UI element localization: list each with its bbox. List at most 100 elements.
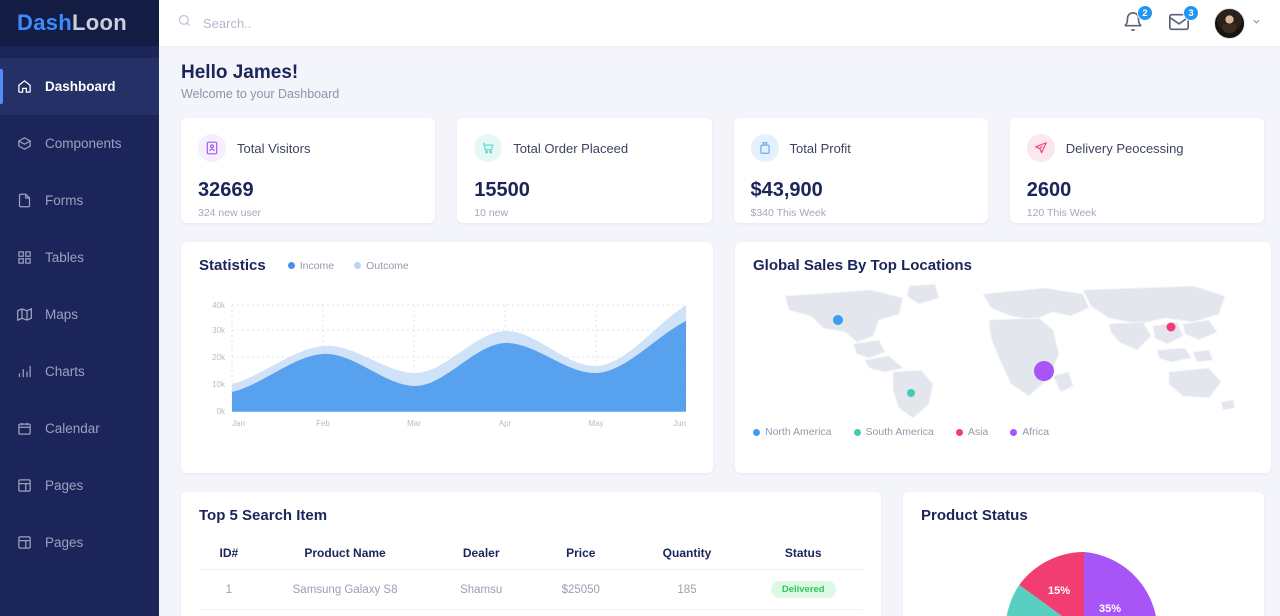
dashboard-app: DashLoon Dashboard Components Forms Tabl… <box>0 0 1280 616</box>
cell-product: Samsung Galaxy S8 <box>258 569 432 610</box>
sidebar-item-label: Charts <box>45 364 85 379</box>
top-search-item-table: ID# Product Name Dealer Price Quantity S… <box>199 537 863 616</box>
svg-text:Mar: Mar <box>407 419 421 428</box>
avatar <box>1214 7 1245 39</box>
legend-label: Outcome <box>366 259 409 272</box>
notification-badge: 2 <box>1137 5 1153 21</box>
map-point-asia <box>1166 322 1176 332</box>
statistics-chart: 40k 30k 20k 10k 0k Jan Feb Mar Apr May J… <box>199 284 695 434</box>
column-header-id: ID# <box>199 537 259 570</box>
svg-text:30k: 30k <box>212 326 226 335</box>
stat-card-total-order-placed: Total Order Placeed 15500 10 new <box>457 118 712 223</box>
sidebar-item-maps[interactable]: Maps <box>0 286 159 343</box>
column-header-product: Product Name <box>258 537 432 570</box>
svg-text:May: May <box>588 419 603 428</box>
sidebar-item-pages-2[interactable]: Pages <box>0 514 159 571</box>
stat-subtext: 324 new user <box>198 207 262 219</box>
stat-title: Total Visitors <box>237 140 311 156</box>
world-map-svg <box>784 283 1236 419</box>
legend-dot-icon <box>287 262 295 269</box>
top-search-item-card: Top 5 Search Item ID# Product Name Deale… <box>181 492 881 616</box>
global-sales-card: Global Sales By Top Locations North Amer… <box>735 242 1271 473</box>
bottom-row: Top 5 Search Item ID# Product Name Deale… <box>181 492 1264 616</box>
map-point-africa <box>1034 361 1054 381</box>
sidebar-item-label: Pages <box>45 535 84 550</box>
messages-button[interactable]: 3 <box>1168 5 1199 35</box>
column-header-quantity: Quantity <box>630 537 744 570</box>
legend-item-africa: Africa <box>1010 426 1049 438</box>
svg-text:10k: 10k <box>212 380 226 389</box>
layout-icon <box>17 535 45 550</box>
greeting: Hello James! Welcome to your Dashboard <box>181 62 1264 101</box>
legend-item-asia: Asia <box>955 426 989 438</box>
pie-chart-svg: 35% 15% 23% 27% <box>1006 552 1156 616</box>
legend-label: North America <box>765 426 832 438</box>
table-row[interactable]: 2 Samsung Galaxy S8 Shamsu $25050 185 Ca… <box>199 609 863 616</box>
legend-label: Asia <box>967 426 989 438</box>
legend-label: Income <box>299 259 335 272</box>
sidebar-nav: Dashboard Components Forms Tables Maps C… <box>0 46 159 571</box>
sidebar-item-forms[interactable]: Forms <box>0 172 159 229</box>
sidebar-item-dashboard[interactable]: Dashboard <box>0 58 159 115</box>
box-icon <box>17 136 45 151</box>
sidebar-item-charts[interactable]: Charts <box>0 343 159 400</box>
map-legend: North America South America Asia Africa <box>753 426 1253 438</box>
legend-dot-icon <box>1010 428 1018 436</box>
grid-icon <box>17 250 45 265</box>
stat-subtext: $340 This Week <box>750 207 827 219</box>
sidebar-item-label: Tables <box>45 250 85 265</box>
legend-item-outcome: Outcome <box>354 260 409 272</box>
svg-text:Apr: Apr <box>499 419 512 428</box>
home-icon <box>17 79 45 94</box>
search-box[interactable] <box>177 13 1122 33</box>
stat-title: Total Profit <box>789 140 851 156</box>
global-sales-title: Global Sales By Top Locations <box>753 257 972 274</box>
cell-dealer: Shamsu <box>431 569 531 610</box>
sidebar-item-label: Pages <box>45 478 84 493</box>
table-row[interactable]: 1 Samsung Galaxy S8 Shamsu $25050 185 De… <box>199 569 863 610</box>
legend-item-income: Income <box>287 259 335 272</box>
legend-dot-icon <box>955 428 963 436</box>
legend-dot-icon <box>853 428 861 436</box>
profile-menu[interactable] <box>1214 7 1262 39</box>
svg-text:Jun: Jun <box>673 419 686 428</box>
sidebar-item-label: Components <box>45 136 122 151</box>
logo[interactable]: DashLoon <box>0 0 159 46</box>
pie-label-4: 15% <box>1047 585 1069 597</box>
cell-quantity: 185 <box>630 609 744 616</box>
cell-price: $25050 <box>530 609 631 616</box>
cell-dealer: Shamsu <box>431 609 531 616</box>
product-status-card: Product Status 35% 15% <box>903 492 1264 616</box>
stat-subtext: 120 This Week <box>1026 207 1097 219</box>
legend-label: Africa <box>1022 426 1050 438</box>
table-title: Top 5 Search Item <box>199 507 328 524</box>
svg-text:Jan: Jan <box>232 419 245 428</box>
content: Hello James! Welcome to your Dashboard T… <box>159 46 1280 616</box>
sidebar-item-calendar[interactable]: Calendar <box>0 400 159 457</box>
topbar-actions: 2 3 <box>1122 5 1262 39</box>
sidebar-item-label: Dashboard <box>45 79 116 94</box>
sidebar-item-tables[interactable]: Tables <box>0 229 159 286</box>
notifications-button[interactable]: 2 <box>1122 5 1153 35</box>
logo-primary: Dash <box>17 10 72 35</box>
cell-status: Delivered <box>743 569 863 610</box>
stat-card-delivery-processing: Delivery Peocessing 2600 120 This Week <box>1009 118 1264 223</box>
search-input[interactable] <box>203 15 463 31</box>
legend-item-south-america: South America <box>853 426 934 438</box>
statistics-title: Statistics <box>199 257 266 274</box>
sidebar-item-pages-1[interactable]: Pages <box>0 457 159 514</box>
legend-dot-icon <box>354 262 362 269</box>
sidebar-item-label: Maps <box>45 307 79 322</box>
logo-secondary: Loon <box>72 10 127 35</box>
sidebar-item-components[interactable]: Components <box>0 115 159 172</box>
stat-value: $43,900 <box>750 179 823 201</box>
cell-product: Samsung Galaxy S8 <box>258 609 432 616</box>
cart-icon <box>474 134 503 162</box>
stat-card-total-profit: Total Profit $43,900 $340 This Week <box>733 118 988 223</box>
legend-dot-icon <box>753 428 760 436</box>
product-status-chart: 35% 15% 23% 27% <box>921 532 1246 616</box>
pie-label-1: 35% <box>1098 603 1120 615</box>
statistics-card: Statistics Income Outcome 40k 30k 20k 10… <box>181 242 713 473</box>
map-icon <box>17 307 45 322</box>
legend-item-north-america: North America <box>753 426 832 438</box>
